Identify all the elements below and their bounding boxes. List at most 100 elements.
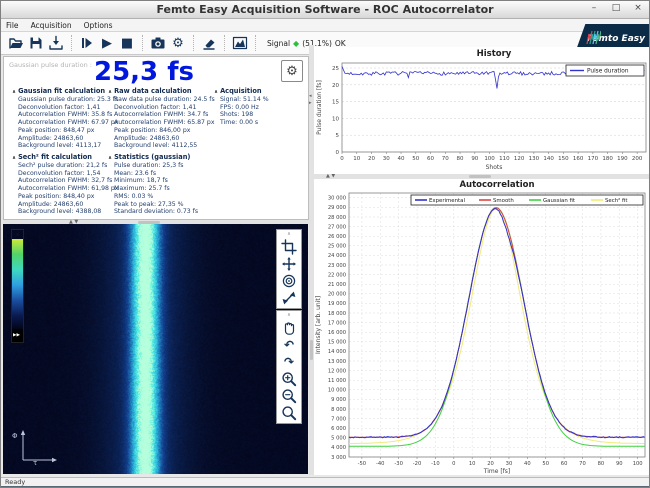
camera-view-panel: ≋ ▶▶ Φτ ∧ ∧↶↷ bbox=[3, 224, 308, 474]
play-button[interactable]: ▶ bbox=[98, 34, 116, 52]
section-header[interactable]: ∧Raw data calculation bbox=[108, 87, 215, 95]
toolbox-collapse-icon[interactable]: ∧ bbox=[287, 231, 291, 237]
save-icon bbox=[28, 35, 44, 51]
menu-item-acquisition[interactable]: Acquisition bbox=[31, 21, 72, 30]
stop-icon: ■ bbox=[121, 37, 133, 50]
colorbar[interactable]: ≋ ▶▶ bbox=[11, 229, 24, 343]
svg-text:23 000: 23 000 bbox=[328, 263, 346, 269]
section-item: Autocorrelation FWHM: 67.97 px bbox=[12, 119, 119, 127]
section-item: Peak position: 848,40 px bbox=[12, 193, 119, 201]
svg-text:29 000: 29 000 bbox=[328, 205, 346, 211]
section-item: Autocorrelation FWHM: 32,7 fs bbox=[12, 177, 119, 185]
svg-text:20: 20 bbox=[487, 461, 494, 467]
section-item: Signal: 51.14 % bbox=[214, 96, 269, 104]
svg-text:50: 50 bbox=[412, 156, 419, 162]
autocorrelation-legend: ExperimentalSmoothGaussian fitSech² fit bbox=[411, 195, 643, 205]
minimize-button[interactable]: – bbox=[587, 3, 601, 13]
close-button[interactable]: × bbox=[631, 3, 645, 13]
section-item: Amplitude: 24863,60 bbox=[108, 135, 215, 143]
search-button[interactable] bbox=[280, 405, 298, 420]
status-bar: Ready bbox=[1, 477, 649, 486]
open-icon bbox=[8, 35, 24, 51]
history-chart-panel[interactable]: History051015202501020304050607080901001… bbox=[314, 47, 649, 174]
svg-text:11 000: 11 000 bbox=[328, 378, 346, 384]
eraser-icon bbox=[201, 35, 217, 51]
colorbar-gradient bbox=[12, 239, 23, 331]
window-controls: – □ × bbox=[587, 3, 645, 13]
svg-text:21 000: 21 000 bbox=[328, 282, 346, 288]
svg-text:170: 170 bbox=[588, 156, 599, 162]
svg-text:Shots: Shots bbox=[486, 164, 503, 171]
eraser-button[interactable] bbox=[200, 34, 218, 52]
svg-text:-10: -10 bbox=[431, 461, 439, 467]
hand-button[interactable] bbox=[280, 320, 298, 335]
autocorrelation-chart[interactable]: Autocorrelation3 0004 0005 0006 0007 000… bbox=[314, 179, 649, 475]
toolbox-collapse-icon[interactable]: ∧ bbox=[287, 312, 291, 318]
undo-icon: ↶ bbox=[284, 339, 294, 351]
section-header[interactable]: ∧Acquisition bbox=[214, 87, 269, 95]
colorbar-top-cap[interactable]: ≋ bbox=[12, 230, 23, 239]
svg-text:-40: -40 bbox=[376, 461, 384, 467]
redo-icon: ↷ bbox=[284, 356, 294, 368]
colorbar-bottom-cap[interactable]: ▶▶ bbox=[12, 329, 23, 342]
svg-text:70: 70 bbox=[579, 461, 586, 467]
zoom-out-button[interactable] bbox=[280, 388, 298, 403]
section-header[interactable]: ∧Statistics (gaussian) bbox=[108, 153, 198, 161]
settings-button[interactable]: ⚙ bbox=[169, 34, 187, 52]
svg-text:Gaussian fit: Gaussian fit bbox=[543, 198, 575, 204]
section-header[interactable]: ∧Gaussian fit calculation bbox=[12, 87, 119, 95]
svg-text:Pulse duration [fs]: Pulse duration [fs] bbox=[316, 80, 323, 135]
svg-text:190: 190 bbox=[617, 156, 628, 162]
section-header[interactable]: ∧Sech² fit calculation bbox=[12, 153, 119, 161]
svg-text:Smooth: Smooth bbox=[493, 198, 514, 204]
toolbar-separator bbox=[71, 35, 72, 51]
svg-text:20: 20 bbox=[332, 83, 339, 89]
svg-text:90: 90 bbox=[616, 461, 623, 467]
svg-text:14 000: 14 000 bbox=[328, 349, 346, 355]
svg-text:10: 10 bbox=[469, 461, 476, 467]
crop-button[interactable] bbox=[280, 239, 298, 254]
svg-text:Time [fs]: Time [fs] bbox=[483, 468, 511, 475]
menu-item-file[interactable]: File bbox=[6, 21, 19, 30]
step-forward-button[interactable] bbox=[78, 34, 96, 52]
move-button[interactable] bbox=[280, 256, 298, 271]
svg-text:120: 120 bbox=[514, 156, 525, 162]
section-title: Gaussian fit calculation bbox=[18, 87, 105, 95]
open-button[interactable] bbox=[7, 34, 25, 52]
stop-button[interactable]: ■ bbox=[118, 34, 136, 52]
results-settings-button[interactable]: ⚙ bbox=[281, 60, 303, 82]
hand-icon bbox=[281, 320, 297, 336]
svg-text:7 000: 7 000 bbox=[331, 416, 346, 422]
svg-text:9 000: 9 000 bbox=[331, 397, 346, 403]
svg-text:-20: -20 bbox=[413, 461, 421, 467]
section-item: Raw data pulse duration: 24.5 fs bbox=[108, 96, 215, 104]
section-title: Statistics (gaussian) bbox=[114, 153, 190, 161]
svg-text:40: 40 bbox=[524, 461, 531, 467]
gear-icon: ⚙ bbox=[286, 64, 298, 79]
export-button[interactable] bbox=[47, 34, 65, 52]
redo-button[interactable]: ↷ bbox=[280, 354, 298, 369]
svg-text:160: 160 bbox=[573, 156, 584, 162]
target-button[interactable] bbox=[280, 273, 298, 288]
history-chart[interactable]: History051015202501020304050607080901001… bbox=[314, 47, 649, 174]
collapse-caret-icon: ∧ bbox=[108, 155, 112, 161]
save-button[interactable] bbox=[27, 34, 45, 52]
pulse-duration-value: 25,3 fs bbox=[4, 57, 284, 87]
maximize-button[interactable]: □ bbox=[609, 3, 623, 13]
section-item: Autocorrelation FWHM: 35.8 fs bbox=[12, 111, 119, 119]
histogram-button[interactable] bbox=[231, 34, 249, 52]
autocorrelation-chart-panel[interactable]: Autocorrelation3 0004 0005 0006 0007 000… bbox=[314, 179, 649, 475]
svg-text:80: 80 bbox=[598, 461, 605, 467]
menu-bar: File Acquisition Options bbox=[1, 19, 649, 32]
svg-text:15 000: 15 000 bbox=[328, 340, 346, 346]
zoom-in-button[interactable] bbox=[280, 371, 298, 386]
svg-text:20 000: 20 000 bbox=[328, 292, 346, 298]
svg-text:25 000: 25 000 bbox=[328, 244, 346, 250]
resize-button[interactable] bbox=[280, 290, 298, 305]
move-icon bbox=[281, 256, 297, 272]
svg-text:22 000: 22 000 bbox=[328, 272, 346, 278]
undo-button[interactable]: ↶ bbox=[280, 337, 298, 352]
snapshot-button[interactable] bbox=[149, 34, 167, 52]
svg-text:-50: -50 bbox=[358, 461, 366, 467]
menu-item-options[interactable]: Options bbox=[84, 21, 113, 30]
